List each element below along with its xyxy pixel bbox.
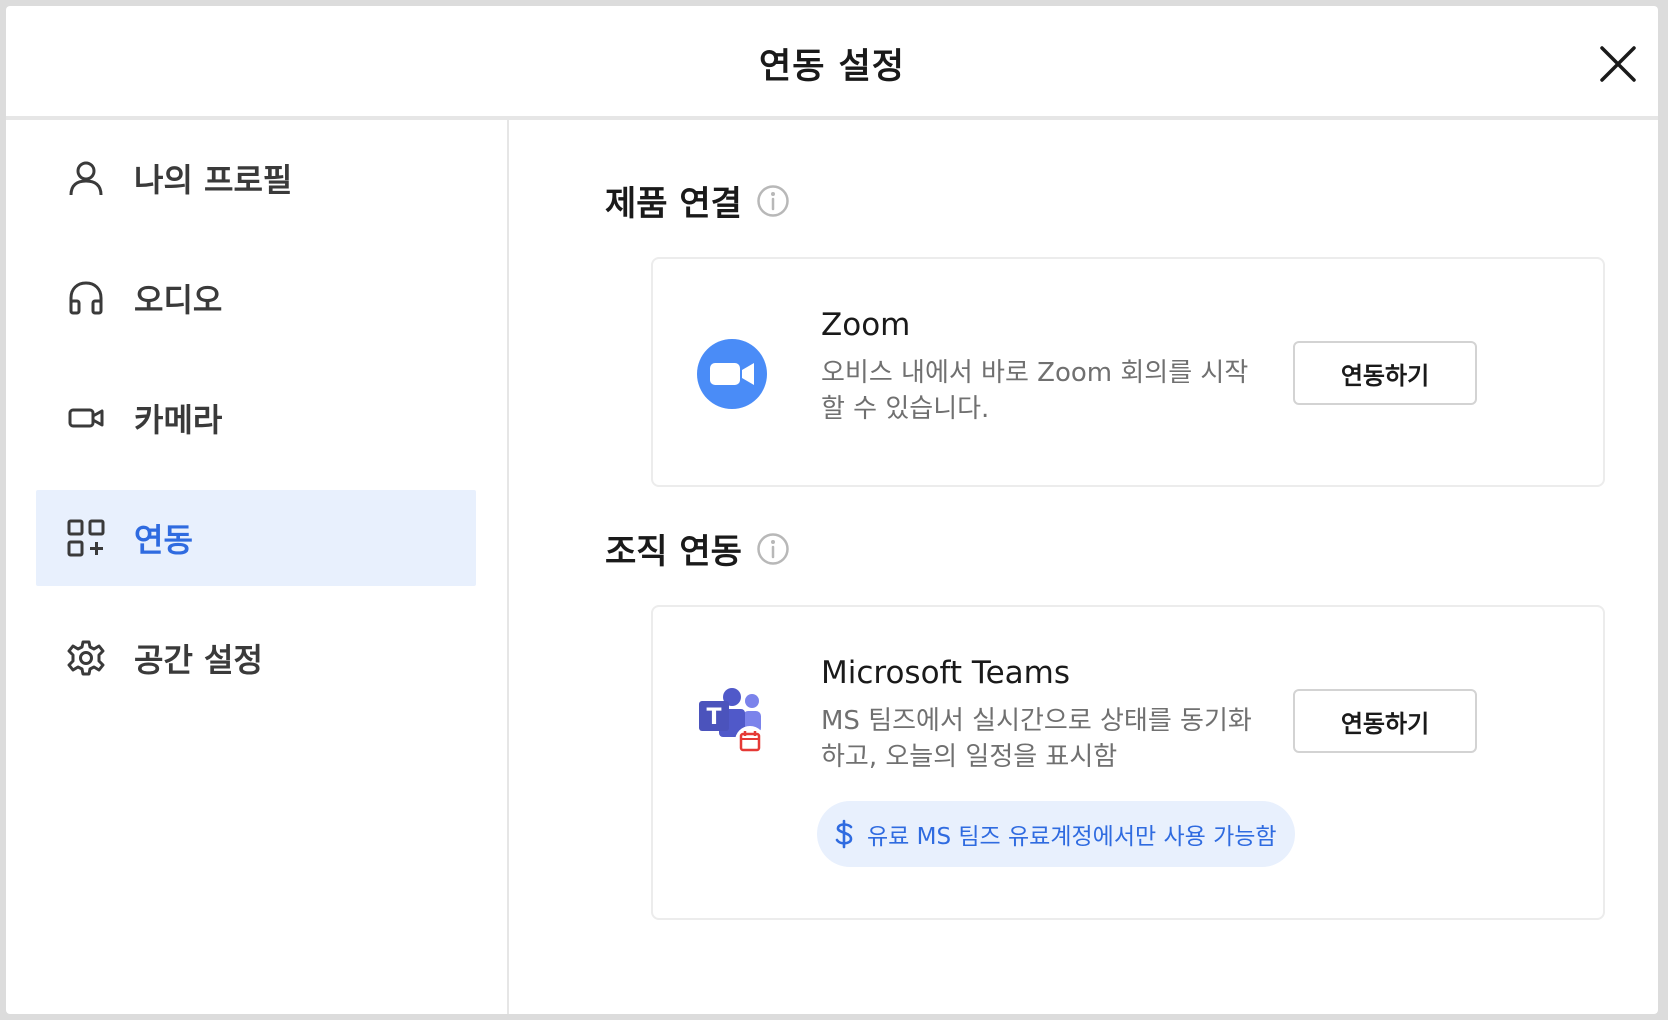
paid-plan-text: 유료 MS 팀즈 유료계정에서만 사용 가능함 [867,824,1277,850]
sidebar-item-audio[interactable]: 오디오 [36,250,476,346]
dollar-icon [835,819,853,849]
sidebar-item-label: 카메라 [134,401,223,439]
main-content: 제품 연결 Zoom 오비스 내에서 바로 Zoom 회의를 시작할 수 있습니… [509,120,1658,1014]
sidebar-item-label: 오디오 [134,281,223,319]
sidebar-item-camera[interactable]: 카메라 [36,370,476,466]
integrations-icon [66,518,106,558]
integration-name: Zoom [821,307,911,343]
settings-modal: 연동 설정 나의 프로필 오디오 카메라 연동 공간 설정 제품 연결 Zoom… [6,6,1658,1014]
paid-plan-badge: 유료 MS 팀즈 유료계정에서만 사용 가능함 [817,801,1295,867]
sidebar-item-integrations[interactable]: 연동 [36,490,476,586]
section-title-text: 조직 연동 [605,532,742,572]
user-icon [66,158,106,198]
product-section-title: 제품 연결 [605,176,790,225]
integration-name: Microsoft Teams [821,655,1071,691]
sidebar-item-label: 나의 프로필 [134,161,293,199]
zoom-card: Zoom 오비스 내에서 바로 Zoom 회의를 시작할 수 있습니다. 연동하… [651,257,1605,487]
sidebar-item-label: 공간 설정 [134,641,263,679]
integration-description: 오비스 내에서 바로 Zoom 회의를 시작할 수 있습니다. [821,358,1249,424]
sidebar-item-space-settings[interactable]: 공간 설정 [36,610,476,706]
info-icon[interactable] [756,532,790,566]
sidebar: 나의 프로필 오디오 카메라 연동 공간 설정 [6,120,509,1014]
teams-card: T Microsoft Teams MS 팀즈에서 실시간으로 상태를 동기화하… [651,605,1605,920]
org-section-title: 조직 연동 [605,524,790,573]
microsoft-teams-logo-icon: T [699,688,765,756]
headphones-icon [66,278,106,318]
modal-title: 연동 설정 [759,47,905,87]
zoom-logo-icon [697,339,767,409]
sidebar-item-label: 연동 [134,521,193,559]
teams-connect-button[interactable]: 연동하기 [1293,689,1477,753]
close-button[interactable] [1596,42,1640,86]
close-icon [1600,46,1636,82]
svg-text:T: T [706,705,721,730]
info-icon[interactable] [756,184,790,218]
gear-icon [66,638,106,678]
zoom-connect-button[interactable]: 연동하기 [1293,341,1477,405]
sidebar-item-profile[interactable]: 나의 프로필 [36,130,476,226]
integration-description: MS 팀즈에서 실시간으로 상태를 동기화하고, 오늘의 일정을 표시함 [821,706,1252,772]
modal-header: 연동 설정 [6,6,1658,120]
section-title-text: 제품 연결 [605,184,742,224]
camera-icon [66,398,106,438]
